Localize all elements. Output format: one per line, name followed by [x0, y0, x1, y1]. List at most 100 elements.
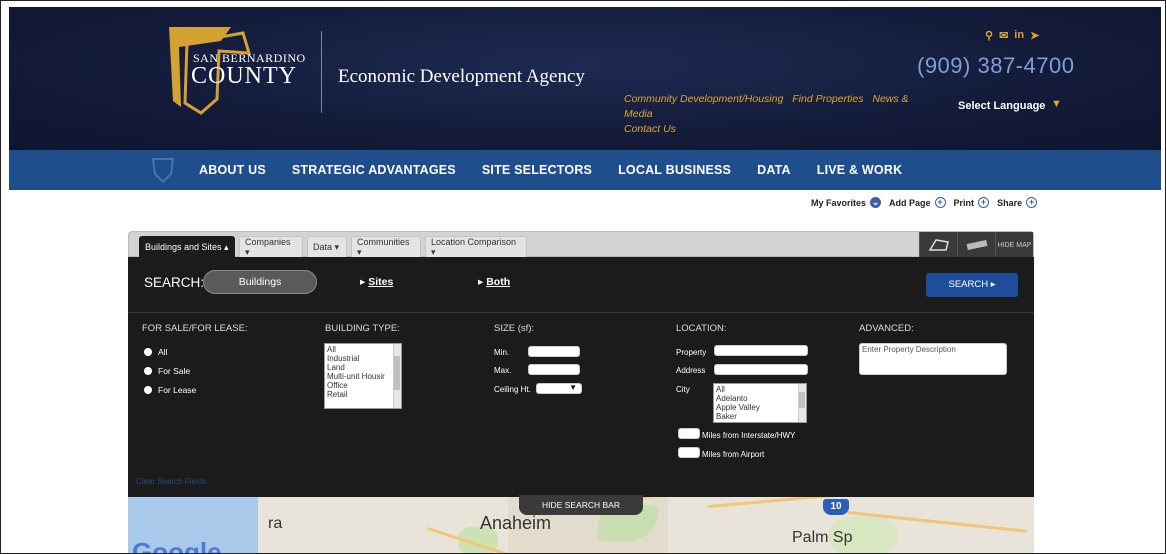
list-item[interactable]: Land: [327, 363, 399, 372]
radio-for-sale[interactable]: For Sale: [144, 366, 190, 376]
logo-line-2: COUNTY: [191, 63, 297, 89]
miles-airport-input[interactable]: [678, 447, 700, 458]
link-contact-us[interactable]: Contact Us: [624, 123, 676, 135]
nav-site-selectors[interactable]: SITE SELECTORS: [482, 163, 592, 177]
list-item[interactable]: Adelanto: [716, 394, 804, 403]
share-label[interactable]: Share: [997, 198, 1022, 208]
chevron-down-icon: ▼: [569, 383, 577, 392]
shield-icon: [151, 158, 175, 184]
share-icon[interactable]: +: [1026, 197, 1038, 208]
tab-location-comparison[interactable]: Location Comparison ▾: [425, 236, 527, 258]
google-logo[interactable]: Google: [132, 537, 222, 553]
page-frame: SAN BERNARDINO COUNTY Economic Developme…: [0, 0, 1166, 554]
list-item[interactable]: Baker: [716, 412, 804, 421]
twitter-icon[interactable]: ➤: [1030, 29, 1039, 42]
tab-buildings-and-sites[interactable]: Buildings and Sites ▴: [139, 236, 235, 258]
radio-for-lease[interactable]: For Lease: [144, 385, 196, 395]
search-label: SEARCH:: [144, 275, 205, 290]
search-button[interactable]: SEARCH ▸: [926, 273, 1018, 297]
nav-about-us[interactable]: ABOUT US: [199, 163, 266, 177]
city-list[interactable]: All Adelanto Apple Valley Baker: [713, 383, 807, 423]
max-label: Max.: [494, 366, 512, 375]
property-description-input[interactable]: Enter Property Description: [859, 343, 1007, 375]
building-type-list[interactable]: All Industrial Land Multi-unit Housir Of…: [324, 343, 402, 409]
scrollbar[interactable]: [393, 344, 401, 408]
scroll-thumb[interactable]: [799, 392, 805, 408]
polygon-tool-icon[interactable]: [919, 232, 957, 258]
link-community-development[interactable]: Community Development/Housing: [624, 93, 783, 105]
tab-communities[interactable]: Communities ▾: [351, 236, 421, 258]
link-find-properties[interactable]: Find Properties: [792, 93, 863, 105]
property-input[interactable]: [714, 345, 808, 356]
list-item[interactable]: Multi-unit Housir: [327, 372, 399, 381]
select-language[interactable]: Select Language: [958, 100, 1045, 112]
address-input[interactable]: [714, 364, 808, 375]
nav-data[interactable]: DATA: [757, 163, 791, 177]
map-road: [708, 497, 838, 508]
radio-all[interactable]: All: [144, 347, 167, 357]
city-label: City: [676, 385, 690, 394]
nav-local-business[interactable]: LOCAL BUSINESS: [618, 163, 731, 177]
property-label: Property: [676, 348, 707, 357]
clear-search-fields-link[interactable]: Clear Search Fields: [136, 477, 206, 486]
sites-toggle[interactable]: ▸ Sites: [360, 276, 393, 288]
main-nav: ABOUT US STRATEGIC ADVANTAGES SITE SELEC…: [9, 150, 1161, 190]
phone-number[interactable]: (909) 387-4700: [917, 53, 1074, 79]
social-icons: ⚲ ✉ in ➤: [985, 29, 1039, 42]
sale-lease-header: FOR SALE/FOR LEASE:: [142, 323, 248, 334]
favorites-icon[interactable]: ⌄: [870, 197, 882, 208]
tab-companies[interactable]: Companies ▾: [239, 236, 303, 258]
radio-dot[interactable]: [144, 386, 152, 394]
search-icon[interactable]: ⚲: [985, 29, 993, 42]
ruler-tool-icon[interactable]: [957, 232, 995, 258]
both-toggle[interactable]: ▸ Both: [478, 276, 510, 288]
sites-label[interactable]: Sites: [368, 276, 393, 288]
logo-divider: [321, 31, 322, 113]
nav-live-work[interactable]: LIVE & WORK: [817, 163, 903, 177]
add-page-icon[interactable]: +: [934, 197, 946, 208]
print-icon[interactable]: +: [978, 197, 990, 208]
radio-all-label: All: [158, 347, 168, 357]
list-item[interactable]: All: [716, 385, 804, 394]
radio-dot[interactable]: [144, 348, 152, 356]
my-favorites-label[interactable]: My Favorites: [811, 198, 866, 208]
scrollbar[interactable]: [798, 384, 806, 422]
list-item[interactable]: Apple Valley: [716, 403, 804, 412]
miles-airport-label: Miles from Airport: [702, 450, 765, 459]
list-item[interactable]: All: [327, 345, 399, 354]
search-type-row: SEARCH: Buildings ▸ Sites ▸ Both SEARCH …: [128, 257, 1034, 313]
hide-map-button[interactable]: HIDE MAP: [995, 232, 1033, 258]
scroll-thumb[interactable]: [394, 356, 400, 390]
map-label: ra: [268, 515, 283, 532]
list-item[interactable]: Office: [327, 381, 399, 390]
min-label: Min.: [494, 348, 510, 357]
highway-shield-icon: 10: [823, 499, 849, 515]
nav-strategic-advantages[interactable]: STRATEGIC ADVANTAGES: [292, 163, 456, 177]
miles-interstate-input[interactable]: [678, 428, 700, 439]
ceiling-height-select[interactable]: ▼: [536, 383, 582, 394]
tab-data[interactable]: Data ▾: [307, 236, 347, 258]
map-label: Anaheim: [480, 513, 552, 533]
list-item[interactable]: Retail: [327, 390, 399, 399]
radio-for-sale-label: For Sale: [158, 366, 191, 376]
buildings-toggle[interactable]: Buildings: [203, 270, 317, 294]
site-header: SAN BERNARDINO COUNTY Economic Developme…: [9, 7, 1161, 150]
print-label[interactable]: Print: [954, 198, 975, 208]
add-page-label[interactable]: Add Page: [889, 198, 931, 208]
advanced-header: ADVANCED:: [859, 323, 914, 334]
linkedin-icon[interactable]: in: [1014, 29, 1024, 42]
min-size-input[interactable]: [528, 346, 580, 357]
chevron-down-icon[interactable]: ▼: [1051, 98, 1062, 110]
agency-name: Economic Development Agency: [338, 66, 585, 87]
hide-search-bar-button[interactable]: HIDE SEARCH BAR: [519, 495, 643, 515]
ceiling-height-label: Ceiling Ht.: [494, 385, 531, 394]
list-item[interactable]: Industrial: [327, 354, 399, 363]
max-size-input[interactable]: [528, 364, 580, 375]
email-icon[interactable]: ✉: [999, 29, 1008, 42]
address-label: Address: [676, 366, 706, 375]
location-header: LOCATION:: [676, 323, 727, 334]
property-search-panel: Buildings and Sites ▴ Companies ▾ Data ▾…: [128, 231, 1034, 553]
radio-dot[interactable]: [144, 367, 152, 375]
filters: FOR SALE/FOR LEASE: All For Sale For Lea…: [128, 313, 1034, 497]
both-label[interactable]: Both: [486, 276, 510, 288]
